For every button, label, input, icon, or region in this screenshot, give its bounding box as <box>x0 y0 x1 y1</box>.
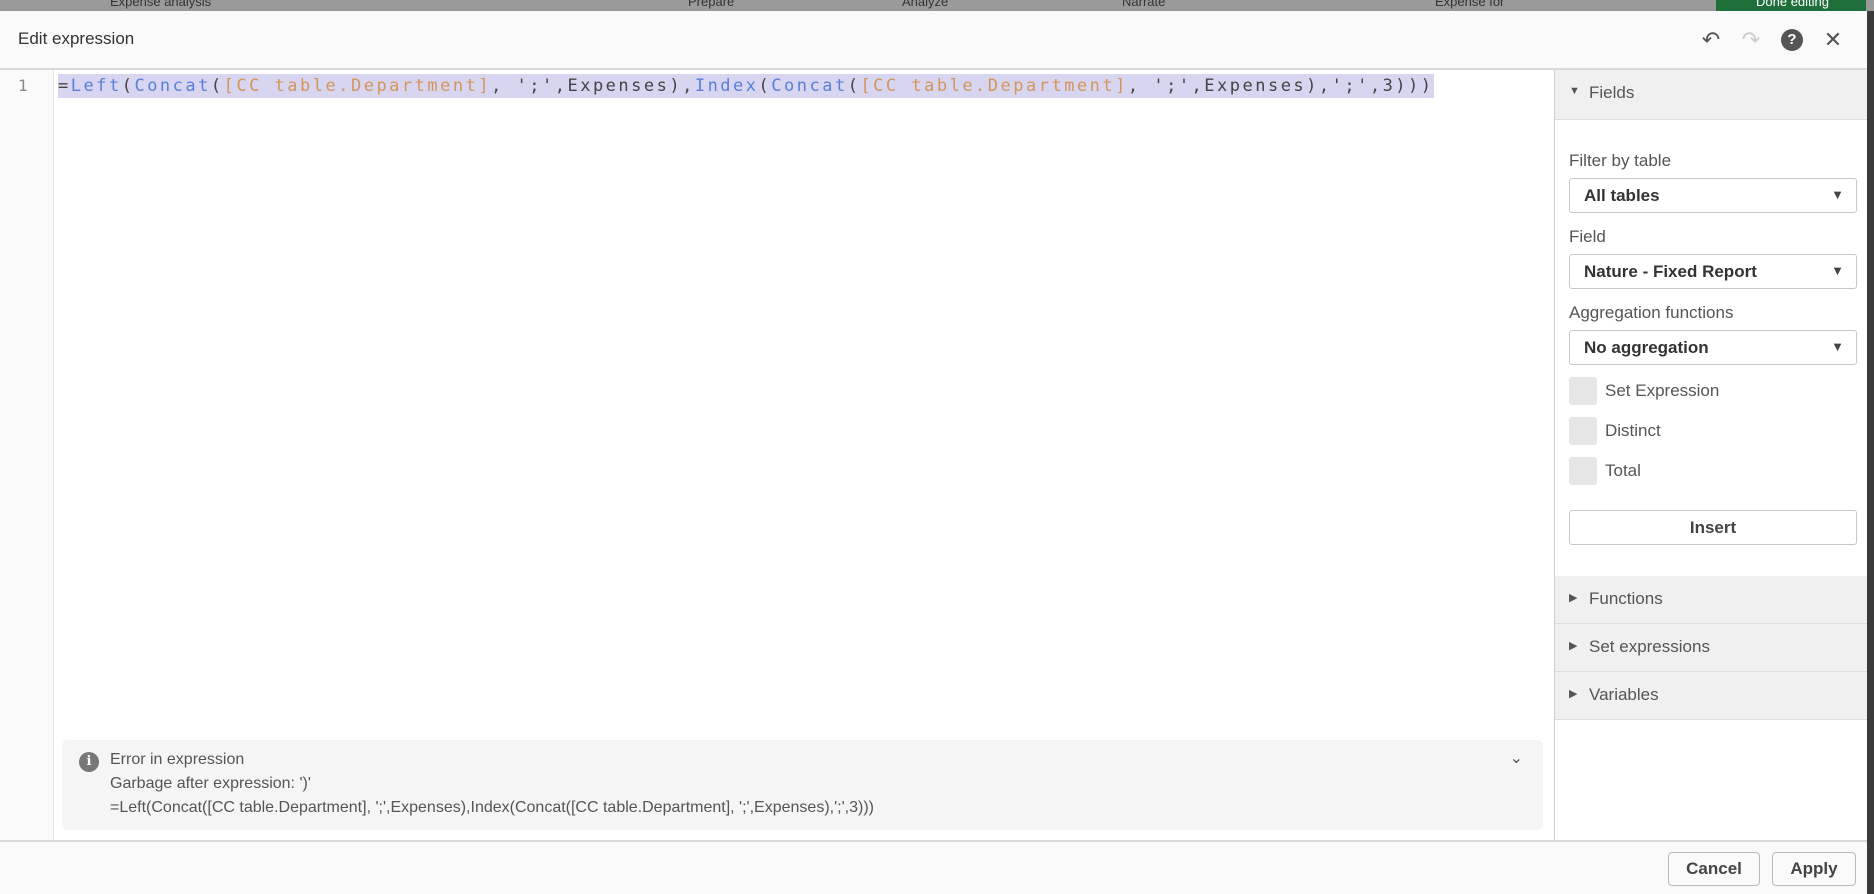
help-icon[interactable]: ? <box>1779 27 1805 53</box>
tab-analyze: Analyze <box>902 0 949 9</box>
error-title: Error in expression <box>110 751 245 768</box>
triangle-down-icon: ▼ <box>1569 85 1580 97</box>
code-token: , ';',Expenses),';',3))) <box>1127 76 1434 96</box>
tab-narrate: Narrate <box>1122 0 1166 9</box>
section-set-expressions[interactable]: ▶ Set expressions <box>1555 624 1867 672</box>
dialog-footer: Cancel Apply <box>0 840 1867 894</box>
section-functions[interactable]: ▶ Functions <box>1555 576 1867 624</box>
undo-icon[interactable]: ↶ <box>1698 27 1724 53</box>
code-token: ( <box>121 76 135 96</box>
line-gutter: 1 <box>0 70 54 840</box>
code-token: ( <box>210 76 224 96</box>
filter-label: Filter by table <box>1569 151 1672 170</box>
distinct-checkbox[interactable] <box>1569 417 1597 445</box>
error-panel: i Error in expression Garbage after expr… <box>62 740 1543 830</box>
total-label: Total <box>1605 461 1641 480</box>
tab-prepare: Prepare <box>688 0 735 9</box>
app-title: Expense analysis <box>110 0 212 9</box>
expression-code[interactable]: =Left(Concat([CC table.Department], ';',… <box>58 74 1434 98</box>
code-token: Concat <box>134 76 211 96</box>
apply-button[interactable]: Apply <box>1772 852 1856 886</box>
code-token: [CC table.Department] <box>223 76 492 96</box>
close-icon[interactable]: ✕ <box>1820 27 1846 53</box>
distinct-label: Distinct <box>1605 421 1661 440</box>
section-label: Set expressions <box>1589 637 1710 656</box>
select-value: Nature - Fixed Report <box>1584 262 1757 281</box>
insert-button[interactable]: Insert <box>1569 510 1857 545</box>
select-value: All tables <box>1584 186 1660 205</box>
code-token: Concat <box>771 76 848 96</box>
section-label: Variables <box>1589 685 1659 704</box>
code-token: Index <box>694 76 759 96</box>
triangle-right-icon: ▶ <box>1569 688 1578 700</box>
code-token: Left <box>70 76 122 96</box>
field-select[interactable]: Nature - Fixed Report ▼ <box>1569 254 1857 289</box>
background-app-bar: Expense analysis Prepare Analyze Narrate… <box>0 0 1874 11</box>
caret-down-icon: ▼ <box>1831 263 1844 278</box>
triangle-right-icon: ▶ <box>1569 640 1578 652</box>
redo-icon[interactable]: ↷ <box>1738 27 1764 53</box>
edit-expression-dialog: Edit expression ↶ ↷ ? ✕ 1 =Left(Concat([… <box>0 11 1867 894</box>
section-fields[interactable]: ▼ Fields <box>1555 70 1867 120</box>
select-value: No aggregation <box>1584 338 1709 357</box>
code-token: [CC table.Department] <box>860 76 1128 96</box>
set-expression-checkbox[interactable] <box>1569 377 1597 405</box>
info-icon: i <box>79 752 99 772</box>
dialog-header: Edit expression ↶ ↷ ? ✕ <box>0 11 1867 70</box>
triangle-right-icon: ▶ <box>1569 592 1578 604</box>
done-editing-button: Done editing <box>1716 0 1866 11</box>
section-label: Fields <box>1589 83 1635 102</box>
total-checkbox[interactable] <box>1569 457 1597 485</box>
code-token: ( <box>758 76 772 96</box>
field-label: Field <box>1569 227 1606 246</box>
code-token: = <box>58 76 71 96</box>
code-token: ( <box>847 76 861 96</box>
side-panel: ▼ Fields Filter by table All tables ▼ Fi… <box>1554 70 1867 840</box>
filter-by-table-select[interactable]: All tables ▼ <box>1569 178 1857 213</box>
set-expression-label: Set Expression <box>1605 381 1720 400</box>
aggregation-select[interactable]: No aggregation ▼ <box>1569 330 1857 365</box>
error-message: Garbage after expression: ')' <box>110 775 311 792</box>
section-variables[interactable]: ▶ Variables <box>1555 672 1867 720</box>
section-label: Functions <box>1589 589 1663 608</box>
chevron-down-icon[interactable]: ⌄ <box>1510 748 1523 768</box>
error-expression: =Left(Concat([CC table.Department], ';',… <box>110 799 874 816</box>
expression-editor[interactable]: 1 =Left(Concat([CC table.Department], ';… <box>0 70 1554 840</box>
caret-down-icon: ▼ <box>1831 187 1844 202</box>
sheet-name: Expense for <box>1435 0 1505 9</box>
cancel-button[interactable]: Cancel <box>1668 852 1760 886</box>
aggregation-label: Aggregation functions <box>1569 303 1734 322</box>
line-number: 1 <box>18 76 28 95</box>
caret-down-icon: ▼ <box>1831 339 1844 354</box>
dialog-title: Edit expression <box>18 29 135 48</box>
code-token: , ';',Expenses), <box>491 76 695 96</box>
